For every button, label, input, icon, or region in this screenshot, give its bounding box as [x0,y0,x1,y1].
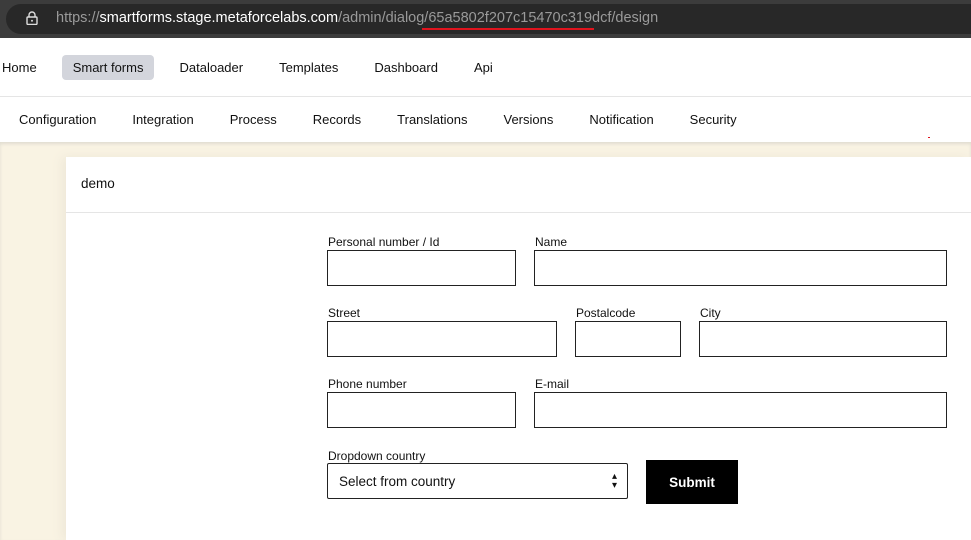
postalcode-label: Postalcode [576,306,636,320]
annotation-mark [928,137,930,138]
country-select-value: Select from country [339,474,456,489]
nav-smart-forms[interactable]: Smart forms [61,54,155,80]
phone-label: Phone number [328,377,407,391]
divider [66,212,971,213]
divider [0,96,971,97]
main-nav: Home Smart forms Dataloader Templates Da… [0,54,518,80]
form-title: demo [81,176,115,191]
url-id: 65a5802f207c15470c319dcf [428,10,612,26]
name-label: Name [535,235,568,249]
country-label: Dropdown country [328,449,426,463]
personal-number-input[interactable] [327,250,516,286]
nav-home[interactable]: Home [0,55,48,80]
sub-nav: Configuration Integration Process Record… [19,112,773,127]
lock-icon [26,11,38,25]
chevron-up-down-icon: ▴ ▾ [611,471,617,491]
url-host: smartforms.stage.metaforcelabs.com [99,10,339,26]
street-input[interactable] [327,321,557,357]
url-text[interactable]: https://smartforms.stage.metaforcelabs.c… [56,10,658,26]
phone-input[interactable] [327,392,516,428]
tab-translations[interactable]: Translations [397,112,467,127]
street-label: Street [328,306,361,320]
city-label: City [700,306,721,320]
tab-process[interactable]: Process [230,112,277,127]
country-select[interactable]: Select from country ▴ ▾ [327,463,628,499]
tab-configuration[interactable]: Configuration [19,112,96,127]
tab-integration[interactable]: Integration [132,112,193,127]
nav-dashboard[interactable]: Dashboard [363,55,449,80]
email-label: E-mail [535,377,570,391]
url-scheme: https:// [56,10,100,26]
tab-notification[interactable]: Notification [589,112,653,127]
url-path-end: /design [611,10,659,26]
browser-toolbar: https://smartforms.stage.metaforcelabs.c… [0,0,971,38]
nav-dataloader[interactable]: Dataloader [168,55,254,80]
annotation-underline [422,28,594,30]
tab-records[interactable]: Records [313,112,361,127]
name-input[interactable] [534,250,947,286]
submit-button[interactable]: Submit [646,460,738,504]
personal-number-label: Personal number / Id [328,235,440,249]
nav-api[interactable]: Api [463,55,504,80]
nav-templates[interactable]: Templates [268,55,349,80]
postalcode-input[interactable] [575,321,681,357]
city-input[interactable] [699,321,947,357]
tab-security[interactable]: Security [690,112,737,127]
tab-versions[interactable]: Versions [503,112,553,127]
url-path: /admin/dialog/ [338,10,429,26]
email-input[interactable] [534,392,947,428]
